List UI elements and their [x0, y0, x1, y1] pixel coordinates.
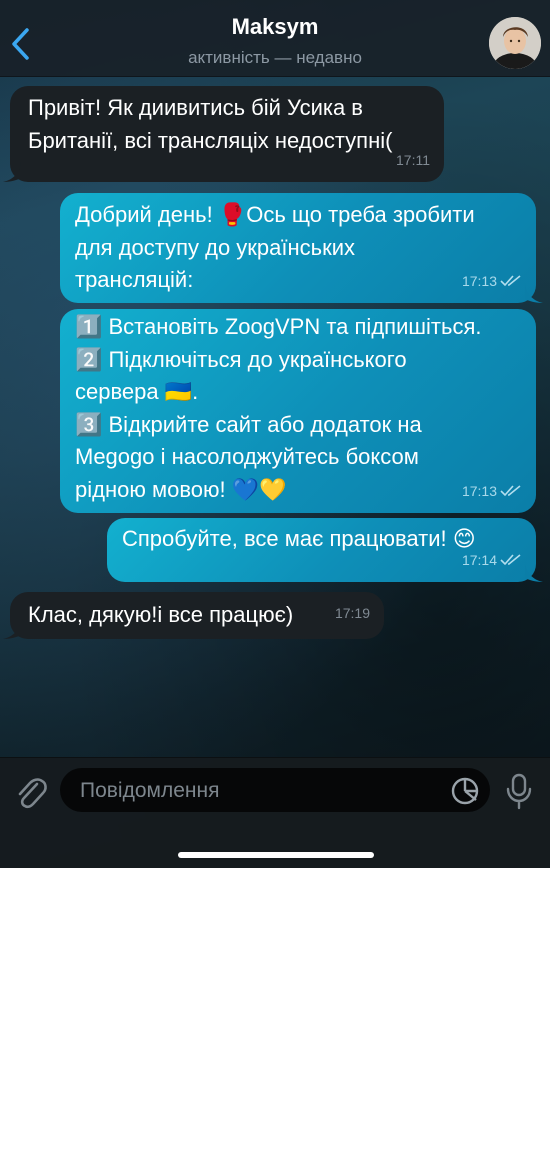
voice-record-button[interactable]: [504, 771, 534, 811]
message-text: Привіт! Як диивитись бій Усика в Британі…: [28, 95, 393, 153]
message-outgoing[interactable]: Спробуйте, все має працювати! 😊 17:14: [107, 518, 543, 582]
message-text: Добрий день! 🥊Ось що треба зробити для д…: [75, 202, 475, 292]
home-indicator[interactable]: [178, 852, 374, 858]
message-time: 17:13: [461, 482, 497, 499]
message-incoming[interactable]: Привіт! Як диивитись бій Усика в Британі…: [3, 86, 444, 182]
avatar-image: [489, 17, 541, 69]
message-time: 17:19: [334, 604, 370, 621]
message-text: 1️⃣ Встановіть ZoogVPN та підпишіться. 2…: [75, 314, 482, 502]
double-check-icon: [500, 554, 521, 565]
message-time: 17:11: [396, 151, 430, 168]
message-meta: 17:11: [396, 144, 430, 177]
message-time: 17:13: [461, 272, 497, 289]
paperclip-icon: [18, 778, 47, 809]
message-outgoing[interactable]: Добрий день! 🥊Ось що треба зробити для д…: [60, 193, 543, 303]
microphone-icon: [506, 773, 532, 810]
chat-screen: Привіт! Як диивитись бій Усика в Британі…: [0, 0, 550, 868]
message-input[interactable]: [78, 768, 442, 814]
attach-button[interactable]: [12, 772, 48, 812]
message-text: Клас, дякую!і все працює): [28, 602, 294, 627]
bubble-tail: [525, 562, 543, 582]
bubble-tail: [3, 619, 21, 639]
chat-header: Maksym активність — недавно: [0, 0, 550, 77]
message-meta: 17:13: [462, 265, 522, 298]
bubble-tail: [3, 162, 21, 182]
message-field[interactable]: [60, 768, 490, 814]
double-check-icon: [500, 275, 521, 286]
avatar[interactable]: [489, 17, 541, 69]
contact-name[interactable]: Maksym: [0, 14, 550, 40]
bubble-tail: [525, 283, 543, 303]
sticker-icon: [451, 777, 479, 805]
sticker-button[interactable]: [450, 776, 480, 806]
message-meta: 17:14: [462, 544, 522, 577]
message-incoming[interactable]: Клас, дякую!і все працює) 17:19: [3, 592, 384, 639]
message-meta: 17:13: [462, 475, 522, 508]
message-meta: 17:19: [335, 597, 370, 630]
message-outgoing[interactable]: 1️⃣ Встановіть ZoogVPN та підпишіться. 2…: [60, 309, 536, 513]
double-check-icon: [500, 485, 521, 496]
message-time: 17:14: [461, 551, 497, 568]
contact-status: активність — недавно: [188, 48, 362, 67]
